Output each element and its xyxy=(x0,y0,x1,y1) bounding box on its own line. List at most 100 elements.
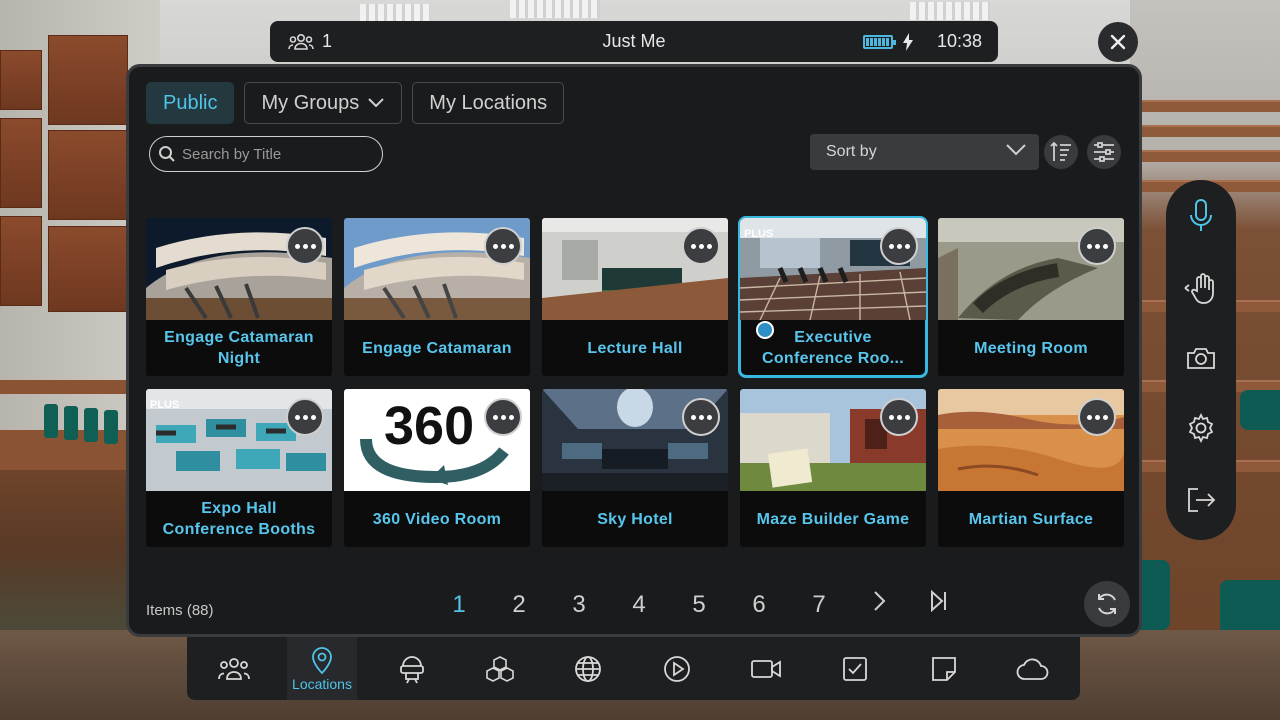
location-card-selected[interactable]: PLUS Executive Conference Roo... xyxy=(738,216,928,378)
page-2-button[interactable]: 2 xyxy=(489,591,549,619)
close-button[interactable] xyxy=(1098,22,1138,62)
thumb-360-text: 360 xyxy=(384,396,474,456)
tier xyxy=(1130,125,1280,137)
gear-icon xyxy=(1188,413,1214,443)
hand-gesture-button[interactable] xyxy=(1181,268,1221,308)
ceiling-light xyxy=(910,2,990,20)
settings-button[interactable] xyxy=(1181,408,1221,448)
seat xyxy=(64,406,78,440)
dock-media-button[interactable] xyxy=(642,637,712,700)
sticky-note-icon xyxy=(932,656,956,681)
more-options-button[interactable] xyxy=(682,398,720,436)
page-3-button[interactable]: 3 xyxy=(549,591,609,619)
camera-button[interactable] xyxy=(1181,338,1221,378)
chevron-down-icon xyxy=(368,98,385,108)
microphone-button[interactable] xyxy=(1181,196,1221,236)
more-options-button[interactable] xyxy=(1078,398,1116,436)
page-5-button[interactable]: 5 xyxy=(669,591,729,619)
more-options-button[interactable] xyxy=(286,398,324,436)
items-count: Items (88) xyxy=(146,602,214,619)
dock-active-label: Locations xyxy=(292,675,352,692)
dock-cloud-button[interactable] xyxy=(998,637,1068,700)
more-options-button[interactable] xyxy=(286,227,324,265)
tier xyxy=(1130,100,1280,112)
location-title: Engage Catamaran Night xyxy=(164,329,314,367)
seat xyxy=(1240,390,1280,430)
location-card[interactable]: Martian Surface xyxy=(938,389,1124,547)
sort-order-button[interactable] xyxy=(1044,135,1078,169)
location-card[interactable]: Lecture Hall xyxy=(542,218,728,376)
location-pin-icon xyxy=(312,646,332,674)
tab-public[interactable]: Public xyxy=(146,82,235,124)
wall-panel xyxy=(0,50,42,110)
dock-avatar-button[interactable] xyxy=(377,637,447,700)
wall-panel xyxy=(48,226,128,312)
pagination: 1 2 3 4 5 6 7 xyxy=(429,589,969,619)
refresh-icon xyxy=(1098,593,1116,615)
wall-panel xyxy=(0,216,42,306)
charging-icon xyxy=(902,32,913,51)
more-options-button[interactable] xyxy=(1078,227,1116,265)
more-options-button[interactable] xyxy=(484,398,522,436)
filter-sliders-icon xyxy=(1094,142,1114,162)
right-toolbar xyxy=(1166,180,1236,540)
location-title: Expo Hall Conference Booths xyxy=(162,500,316,538)
dock-video-button[interactable] xyxy=(731,637,801,700)
bottom-dock: Locations xyxy=(187,637,1080,700)
refresh-button[interactable] xyxy=(1084,581,1130,627)
hand-icon xyxy=(1184,273,1214,304)
tab-label: My Locations xyxy=(429,91,548,114)
location-card[interactable]: Engage Catamaran xyxy=(344,218,530,376)
page-6-button[interactable]: 6 xyxy=(729,591,789,619)
last-page-button[interactable] xyxy=(909,589,969,619)
exit-button[interactable] xyxy=(1181,480,1221,520)
tab-my-groups[interactable]: My Groups xyxy=(244,82,403,124)
page-7-button[interactable]: 7 xyxy=(789,591,849,619)
more-options-button[interactable] xyxy=(880,398,918,436)
clock: 10:38 xyxy=(936,31,982,51)
chevron-down-icon xyxy=(1006,144,1026,156)
more-options-button[interactable] xyxy=(880,227,918,265)
search-input[interactable] xyxy=(182,145,372,163)
sort-label: Sort by xyxy=(826,143,877,160)
sort-dropdown[interactable]: Sort by xyxy=(810,134,1039,170)
tab-label: My Groups xyxy=(261,91,360,114)
location-card[interactable]: Engage Catamaran Night xyxy=(146,218,332,376)
exit-icon xyxy=(1188,488,1216,512)
more-options-button[interactable] xyxy=(682,227,720,265)
dock-people-button[interactable] xyxy=(199,637,269,700)
tab-label: Public xyxy=(163,91,218,114)
location-title: Engage Catamaran xyxy=(362,339,512,357)
plus-badge: PLUS xyxy=(744,228,774,240)
seat xyxy=(84,408,98,442)
checkbox-icon xyxy=(843,656,867,681)
status-bar: 1 Just Me 10:38 xyxy=(270,21,998,62)
location-title: Sky Hotel xyxy=(597,510,673,528)
location-title: Executive Conference Roo... xyxy=(761,329,904,367)
location-tabs: Public My Groups My Locations xyxy=(146,82,565,124)
dock-notes-button[interactable] xyxy=(909,637,979,700)
location-card[interactable]: Sky Hotel xyxy=(542,389,728,547)
location-card[interactable]: 360 360 Video Room xyxy=(344,389,530,547)
cloud-icon xyxy=(1016,658,1049,680)
tab-my-locations[interactable]: My Locations xyxy=(412,82,565,124)
filter-button[interactable] xyxy=(1087,135,1121,169)
play-circle-icon xyxy=(664,655,690,682)
dock-tasks-button[interactable] xyxy=(820,637,890,700)
location-card[interactable]: PLUS Expo Hall Conference Booths xyxy=(146,389,332,547)
location-card[interactable]: Maze Builder Game xyxy=(740,389,926,547)
dock-objects-button[interactable] xyxy=(465,637,535,700)
page-1-button[interactable]: 1 xyxy=(429,591,489,619)
page-4-button[interactable]: 4 xyxy=(609,591,669,619)
seat xyxy=(104,410,118,444)
video-camera-icon xyxy=(751,659,781,678)
location-title: Lecture Hall xyxy=(587,339,683,357)
globe-icon xyxy=(575,655,601,682)
wall-panel xyxy=(48,130,128,220)
location-card[interactable]: Meeting Room xyxy=(938,218,1124,376)
skip-to-end-icon xyxy=(931,589,946,613)
more-options-button[interactable] xyxy=(484,227,522,265)
dock-locations-button[interactable]: Locations xyxy=(287,637,357,700)
dock-web-button[interactable] xyxy=(553,637,623,700)
next-page-button[interactable] xyxy=(849,590,909,619)
